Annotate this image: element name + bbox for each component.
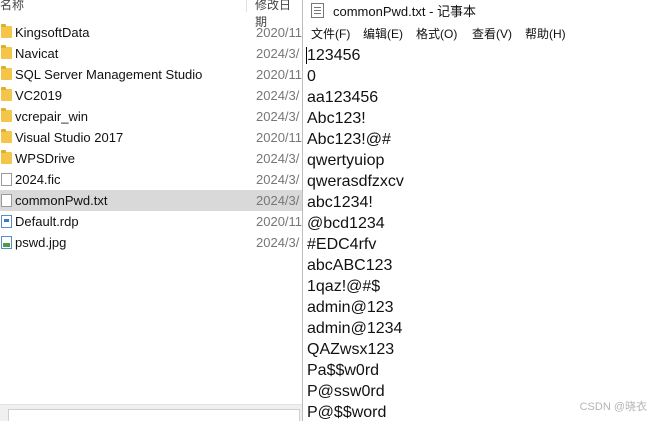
text-line: admin@123 [307,299,394,316]
list-item-kingsoftdata[interactable]: KingsoftData 2020/11 [0,22,302,43]
folder-icon [1,45,12,59]
file-name: WPSDrive [15,151,75,166]
text-line: Pa$$w0rd [307,362,380,379]
file-date: 2024/3/ [256,172,300,187]
list-item-vcrepair-win[interactable]: vcrepair_win 2024/3/ [0,106,302,127]
text-line: abc1234! [307,194,373,211]
image-file-icon [1,236,12,249]
file-date: 2024/3/ [256,151,300,166]
scrollbar-track[interactable] [8,409,300,421]
folder-icon [1,129,12,143]
file-date: 2024/3/ [256,235,300,250]
list-item-ssms[interactable]: SQL Server Management Studio 2020/11 [0,64,302,85]
text-editor[interactable]: 123456 0 aa123456 Abc123! Abc123!@# qwer… [303,42,654,421]
column-header: 名称 修改日期 [0,0,302,29]
folder-icon [1,150,12,164]
text-line: P@ssw0rd [307,383,385,400]
file-icon [1,173,12,186]
folder-icon [1,66,12,80]
list-item-2024-fic[interactable]: 2024.fic 2024/3/ [0,169,302,190]
file-name: Visual Studio 2017 [15,130,124,145]
file-name: Default.rdp [15,214,79,229]
list-item-commonpwd-txt[interactable]: commonPwd.txt 2024/3/ [0,190,302,211]
file-name: 2024.fic [15,172,61,187]
file-name: vcrepair_win [15,109,88,124]
text-line: QAZwsx123 [307,341,395,358]
file-date: 2024/3/ [256,88,300,103]
list-item-visual-studio-2017[interactable]: Visual Studio 2017 2020/11 [0,127,302,148]
file-name: commonPwd.txt [15,193,108,208]
text-line: abcABC123 [307,257,393,274]
window-title: commonPwd.txt - 记事本 [333,4,477,19]
file-explorer-pane: 名称 修改日期 KingsoftData 2020/11 Navicat 202… [0,0,302,421]
file-date: 2024/3/ [256,109,300,124]
text-line: @bcd1234 [307,215,385,232]
text-line: qwerasdfzxcv [307,173,404,190]
notepad-window: commonPwd.txt - 记事本 文件(F) 编辑(E) 格式(O) 查看… [302,0,654,421]
text-line: admin@1234 [307,320,403,337]
horizontal-scrollbar[interactable] [0,404,302,421]
notepad-icon [311,3,324,18]
text-line: 1qaz!@#$ [307,278,381,295]
menu-help[interactable]: 帮助(H) [525,25,566,42]
list-item-navicat[interactable]: Navicat 2024/3/ [0,43,302,64]
text-line: Abc123!@# [307,131,391,148]
column-header-name[interactable]: 名称 [0,0,24,13]
menu-format[interactable]: 格式(O) [416,25,457,42]
text-line: Abc123! [307,110,366,127]
file-date: 2020/11 [256,130,302,145]
list-item-default-rdp[interactable]: Default.rdp 2020/11 [0,211,302,232]
list-item-wpsdrive[interactable]: WPSDrive 2024/3/ [0,148,302,169]
text-line: aa123456 [307,89,379,106]
file-name: pswd.jpg [15,235,67,250]
text-line: 123456 [307,47,361,64]
file-name: KingsoftData [15,25,90,40]
folder-icon [1,24,12,38]
text-line: #EDC4rfv [307,236,377,253]
column-divider[interactable] [246,0,247,12]
file-name: VC2019 [15,88,62,103]
title-bar[interactable]: commonPwd.txt - 记事本 [303,0,654,20]
text-line: 0 [307,68,316,85]
file-list: KingsoftData 2020/11 Navicat 2024/3/ SQL… [0,22,302,253]
menu-edit[interactable]: 编辑(E) [363,25,403,42]
text-file-icon [1,194,12,207]
editor-content[interactable]: 123456 0 aa123456 Abc123! Abc123!@# qwer… [307,45,404,421]
text-line: P@$$word [307,404,387,421]
file-date: 2020/11 [256,25,302,40]
file-date: 2024/3/ [256,193,300,208]
folder-icon [1,87,12,101]
list-item-pswd-jpg[interactable]: pswd.jpg 2024/3/ [0,232,302,253]
list-item-vc2019[interactable]: VC2019 2024/3/ [0,85,302,106]
file-name: Navicat [15,46,59,61]
file-name: SQL Server Management Studio [15,67,203,82]
text-line: qwertyuiop [307,152,385,169]
menu-file[interactable]: 文件(F) [311,25,350,42]
watermark: CSDN @晓衣 [579,401,647,413]
file-date: 2020/11 [256,214,302,229]
menu-view[interactable]: 查看(V) [472,25,512,42]
folder-icon [1,108,12,122]
menu-bar: 文件(F) 编辑(E) 格式(O) 查看(V) 帮助(H) [303,22,654,42]
file-date: 2024/3/ [256,46,300,61]
remote-desktop-icon [1,215,12,228]
file-date: 2020/11 [256,67,302,82]
